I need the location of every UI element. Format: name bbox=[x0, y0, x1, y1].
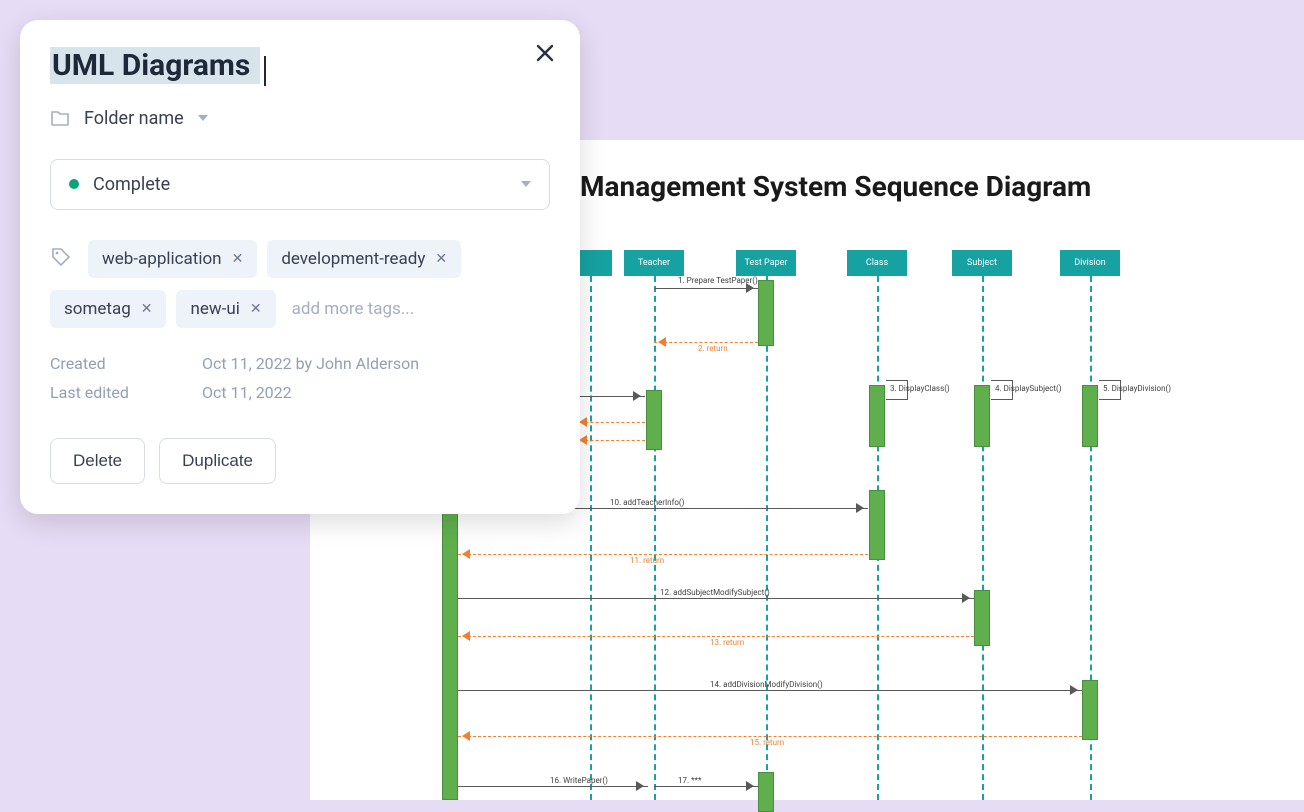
meta-value: Oct 11, 2022 by John Alderson bbox=[202, 354, 419, 373]
message-arrow[interactable] bbox=[458, 598, 974, 599]
return-arrow[interactable] bbox=[654, 342, 758, 343]
meta-value: Oct 11, 2022 bbox=[202, 383, 292, 402]
lifeline-class[interactable]: Class bbox=[847, 250, 907, 276]
activation-bar bbox=[758, 772, 774, 812]
return-label: 11. return bbox=[630, 556, 664, 565]
meta-last-edited: Last edited Oct 11, 2022 bbox=[50, 383, 550, 402]
return-arrow[interactable] bbox=[575, 440, 645, 441]
message-arrow[interactable] bbox=[458, 786, 648, 787]
duplicate-button[interactable]: Duplicate bbox=[159, 438, 276, 484]
chevron-down-icon bbox=[198, 115, 208, 121]
activation-bar bbox=[974, 590, 990, 646]
meta-label: Last edited bbox=[50, 383, 140, 402]
folder-name: Folder name bbox=[84, 108, 184, 129]
message-label: 17. *** bbox=[678, 776, 701, 785]
tag-icon bbox=[50, 246, 72, 272]
properties-panel: UML Diagrams Folder name Complete web-ap… bbox=[20, 20, 580, 514]
tag-chip[interactable]: new-ui✕ bbox=[176, 290, 275, 328]
message-label: 16. WritePaper() bbox=[550, 776, 608, 785]
folder-icon bbox=[50, 109, 70, 127]
activation-bar bbox=[646, 390, 662, 450]
message-label: 1. Prepare TestPaper() bbox=[678, 276, 758, 285]
message-arrow[interactable] bbox=[458, 690, 1082, 691]
return-arrow[interactable] bbox=[458, 736, 1082, 737]
lifeline-subject[interactable]: Subject bbox=[952, 250, 1012, 276]
activation-bar bbox=[869, 385, 885, 447]
message-arrow[interactable] bbox=[575, 396, 645, 397]
activation-bar bbox=[1082, 385, 1098, 447]
return-arrow[interactable] bbox=[458, 636, 974, 637]
activation-bar bbox=[758, 280, 774, 346]
message-arrow[interactable] bbox=[654, 288, 758, 289]
message-label: 12. addSubjectModifySubject() bbox=[660, 588, 770, 597]
return-label: 15. return bbox=[750, 738, 784, 747]
close-button[interactable] bbox=[534, 42, 556, 68]
lifeline-division[interactable]: Division bbox=[1060, 250, 1120, 276]
status-select[interactable]: Complete bbox=[50, 159, 550, 210]
diagram-title: Management System Sequence Diagram bbox=[580, 170, 1091, 203]
lifeline-teacher[interactable]: Teacher bbox=[624, 250, 684, 276]
lifeline-line bbox=[982, 276, 984, 800]
close-icon bbox=[534, 42, 556, 64]
meta-label: Created bbox=[50, 354, 140, 373]
lifeline-line bbox=[590, 276, 592, 800]
document-title-input[interactable]: UML Diagrams bbox=[50, 47, 260, 84]
return-arrow[interactable] bbox=[575, 422, 645, 423]
return-label: 2. return bbox=[698, 344, 728, 353]
chevron-down-icon bbox=[521, 181, 531, 187]
meta-created: Created Oct 11, 2022 by John Alderson bbox=[50, 354, 550, 373]
tag-chip[interactable]: sometag✕ bbox=[50, 290, 166, 328]
text-cursor bbox=[264, 56, 266, 86]
tag-remove-icon[interactable]: ✕ bbox=[141, 301, 153, 317]
return-arrow[interactable] bbox=[458, 554, 868, 555]
activation-bar bbox=[1082, 680, 1098, 740]
tags-field-row2[interactable]: sometag✕ new-ui✕ add more tags... bbox=[50, 290, 550, 328]
message-label: 4. DisplaySubject() bbox=[995, 384, 1062, 393]
activation-bar bbox=[974, 385, 990, 447]
message-label: 14. addDivisionModifyDivision() bbox=[710, 680, 823, 689]
lifeline-testpaper[interactable]: Test Paper bbox=[736, 250, 796, 276]
message-label: 5. DisplayDivision() bbox=[1103, 384, 1171, 393]
message-label: 10. addTeacherInfo() bbox=[610, 498, 684, 507]
status-value: Complete bbox=[93, 174, 507, 195]
tag-chip[interactable]: development-ready✕ bbox=[267, 240, 461, 278]
activation-bar bbox=[869, 490, 885, 560]
status-dot-icon bbox=[69, 179, 79, 189]
message-label: 3. DisplayClass() bbox=[890, 384, 950, 393]
lifeline-line bbox=[766, 276, 768, 800]
message-arrow[interactable] bbox=[654, 786, 758, 787]
add-tags-input[interactable]: add more tags... bbox=[292, 299, 415, 319]
lifeline-line bbox=[654, 276, 656, 800]
return-label: 13. return bbox=[710, 638, 744, 647]
tag-remove-icon[interactable]: ✕ bbox=[250, 301, 262, 317]
tag-chip[interactable]: web-application✕ bbox=[88, 240, 257, 278]
tag-remove-icon[interactable]: ✕ bbox=[232, 251, 244, 267]
delete-button[interactable]: Delete bbox=[50, 438, 145, 484]
tag-remove-icon[interactable]: ✕ bbox=[435, 251, 447, 267]
folder-selector[interactable]: Folder name bbox=[50, 108, 550, 129]
tags-field[interactable]: web-application✕ development-ready✕ bbox=[50, 240, 550, 278]
